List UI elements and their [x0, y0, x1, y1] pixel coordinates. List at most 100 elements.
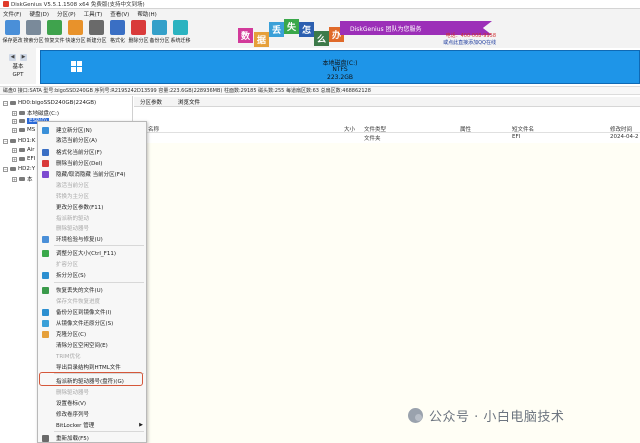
menu-item-remove-drive-letter-disabled: 删除驱动器号 [56, 390, 90, 396]
menu-item-change-params[interactable]: 更改分区参数(F11) [38, 202, 146, 212]
prev-disk-button[interactable]: ◀ [9, 53, 16, 61]
tree-node-hd1[interactable]: − HD1:K [3, 138, 35, 144]
menu-item-resize[interactable]: 调整分区大小(Ctrl_F11) [38, 248, 146, 258]
menu-item-change-serial[interactable]: 修改卷序列号 [38, 409, 146, 419]
col-size[interactable]: 大小 [344, 125, 355, 133]
menu-disk[interactable]: 硬盘(D) [29, 10, 49, 18]
menu-file[interactable]: 文件(F) [3, 10, 21, 18]
check-repair-icon [42, 235, 49, 243]
menu-item-activate[interactable]: 激活当前分区(A) [38, 135, 146, 145]
partition-icon [19, 177, 25, 181]
backup-partition-button[interactable]: 备份分区 [149, 18, 170, 48]
tab-browse-files[interactable]: 浏览文件 [178, 98, 200, 106]
toolbar-label: 搜索分区 [23, 38, 44, 44]
partition-icon [19, 119, 25, 123]
file-list-area[interactable] [134, 143, 640, 443]
delete-icon [42, 159, 49, 167]
menu-item-hide[interactable]: 隐藏/取消隐藏 当前分区(F4) [38, 169, 146, 179]
cell-type: 文件夹 [364, 136, 381, 142]
search-icon [26, 20, 41, 35]
col-attr[interactable]: 属性 [460, 125, 471, 133]
tree-node-local[interactable]: + 本 [12, 175, 33, 183]
partition-icon [19, 128, 25, 132]
clone-icon [42, 330, 49, 338]
window-title: DiskGenius V5.5.1.1508 x64 免费版(支持中文到场) [11, 2, 145, 8]
table-row[interactable]: 文件夹 EFI 2024-04-2 [134, 133, 640, 143]
disk-icon [10, 139, 16, 143]
recover-icon [42, 286, 49, 294]
tree-node-hd2[interactable]: − HD2:Y [3, 166, 35, 172]
menu-separator [54, 431, 144, 432]
restore-icon [42, 319, 49, 327]
disk-style-label: GPT [12, 71, 24, 78]
tree-node-hd0[interactable]: − HD0:bigoSSD240GB(224GB) [3, 100, 96, 106]
delete-partition-button[interactable]: 删除分区 [128, 18, 149, 48]
system-migrate-button[interactable]: 系统迁移 [170, 18, 191, 48]
search-partition-button[interactable]: 搜索分区 [23, 18, 44, 48]
content-tabs: 分区参数 浏览文件 [134, 97, 640, 107]
toolbar-label: 备份分区 [149, 38, 170, 44]
menu-item-set-label[interactable]: 设置卷标(V) [38, 398, 146, 408]
menu-item-backup-image[interactable]: 备份分区到镜像文件(I) [38, 307, 146, 317]
menu-item-extend-disabled: 扩容分区 [56, 262, 79, 268]
partition-context-menu: 建立新分区(N) 激活当前分区(A) 格式化当前分区(F) 删除当前分区(Del… [37, 121, 147, 443]
disk-icon [10, 101, 16, 105]
delete-icon [131, 20, 146, 35]
reload-icon [42, 434, 49, 442]
menu-view[interactable]: 查看(V) [110, 10, 129, 18]
menu-item-delete[interactable]: 删除当前分区(Del) [38, 158, 146, 168]
recover-files-button[interactable]: 恢复文件 [44, 18, 65, 48]
menu-help[interactable]: 帮助(H) [137, 10, 156, 18]
col-mtime[interactable]: 修改时间 [610, 125, 632, 133]
menu-item-activate-disabled: 激活当前分区 [56, 183, 90, 189]
menu-item-split[interactable]: 拆分分区(S) [38, 270, 146, 280]
quick-partition-button[interactable]: 快速分区 [65, 18, 86, 48]
menu-item-restore-image[interactable]: 从镜像文件还原分区(S) [38, 318, 146, 328]
menu-item-format[interactable]: 格式化当前分区(F) [38, 147, 146, 157]
tree-node-air[interactable]: + Air [12, 147, 35, 153]
menu-item-recover-files[interactable]: 恢复丢失的文件(U) [38, 285, 146, 295]
partition-icon [19, 111, 25, 115]
tree-node-msr[interactable]: + MS [12, 127, 35, 133]
toolbar-label: 删除分区 [128, 38, 149, 44]
promo-banner[interactable]: 数 据 丢 失 怎 么 办 DiskGenius 团队为您服务 电话：400-0… [236, 18, 640, 48]
banner-char: 丢 [269, 22, 284, 37]
backup-icon [42, 308, 49, 316]
col-shortname[interactable]: 短文件名 [512, 125, 534, 133]
menu-separator [54, 245, 144, 246]
banner-qq-link[interactable]: 或点此直接添加QQ在线 [386, 39, 496, 47]
menu-item-new-partition[interactable]: 建立新分区(N) [38, 125, 146, 135]
toolbar-label: 系统迁移 [170, 38, 191, 44]
next-disk-button[interactable]: ▶ [20, 53, 27, 61]
menu-partition[interactable]: 分区(P) [57, 10, 76, 18]
tab-partition-params[interactable]: 分区参数 [140, 98, 162, 106]
new-partition-button[interactable]: 新建分区 [86, 18, 107, 48]
menu-item-reload[interactable]: 重新加载(F5) [38, 433, 146, 443]
toolbar-label: 快速分区 [65, 38, 86, 44]
menu-item-convert-primary: 转换为主分区 [56, 194, 90, 200]
banner-char: 怎 [299, 22, 314, 37]
format-button[interactable]: 格式化 [107, 18, 128, 48]
menu-separator [54, 282, 144, 283]
col-type[interactable]: 文件类型 [364, 125, 386, 133]
menu-item-assign-drive-disabled: 指派新的驱动 [56, 216, 90, 222]
backup-icon [152, 20, 167, 35]
menu-bar: 文件(F) 硬盘(D) 分区(P) 工具(T) 查看(V) 帮助(H) [0, 9, 640, 18]
save-changes-button[interactable]: 保存更改 [2, 18, 23, 48]
menu-item-check-repair[interactable]: 环境检验与修复(U) [38, 234, 146, 244]
toolbar-label: 保存更改 [2, 38, 23, 44]
activate-icon [42, 137, 49, 144]
tree-node-efi[interactable]: + EFI [12, 156, 35, 162]
tree-node-c[interactable]: + 本地磁盘(C:) [12, 109, 59, 117]
menu-item-wipe-free[interactable]: 清除分区空闲空间(E) [38, 340, 146, 350]
menu-item-export-html[interactable]: 导出目录结构到HTML文件 [38, 362, 146, 372]
wechat-icon [408, 407, 423, 423]
menu-tools[interactable]: 工具(T) [84, 10, 103, 18]
menu-item-clone[interactable]: 克隆分区(C) [38, 329, 146, 339]
banner-char: 失 [284, 19, 299, 34]
menu-item-save-progress-disabled: 保存文件恢复进度 [56, 299, 101, 305]
new-partition-icon [42, 126, 49, 134]
file-list-header: 名称 大小 文件类型 属性 短文件名 修改时间 [134, 123, 640, 133]
col-name[interactable]: 名称 [148, 125, 159, 133]
menu-item-bitlocker[interactable]: BitLocker 管理 ▶ [38, 420, 146, 430]
